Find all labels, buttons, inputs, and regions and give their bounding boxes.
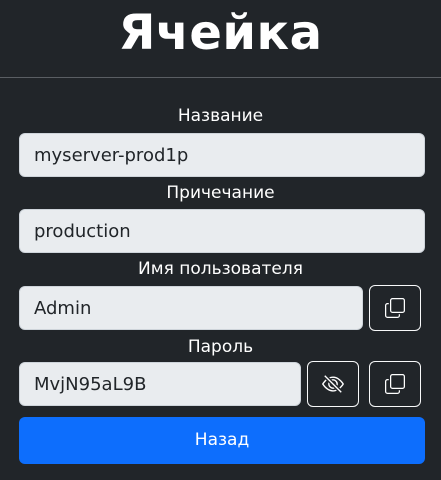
copy-icon <box>385 374 405 394</box>
name-label: Название <box>177 106 264 126</box>
cell-detail-page: Ячейка Название Причечание Имя пользоват… <box>0 0 441 480</box>
note-label: Причечание <box>166 183 275 203</box>
toggle-password-button[interactable] <box>307 361 359 407</box>
back-button[interactable]: Назад <box>19 417 425 464</box>
header-divider <box>0 77 441 78</box>
username-field[interactable] <box>19 286 363 330</box>
copy-password-button[interactable] <box>369 361 421 407</box>
copy-username-button[interactable] <box>369 285 421 331</box>
name-field[interactable] <box>19 133 425 177</box>
copy-icon <box>385 298 405 318</box>
password-field[interactable] <box>19 362 301 406</box>
password-label: Пароль <box>187 337 254 357</box>
username-label: Имя пользователя <box>138 259 303 279</box>
note-field[interactable] <box>19 209 425 253</box>
eye-slash-icon <box>322 373 344 395</box>
page-title: Ячейка <box>118 5 323 61</box>
